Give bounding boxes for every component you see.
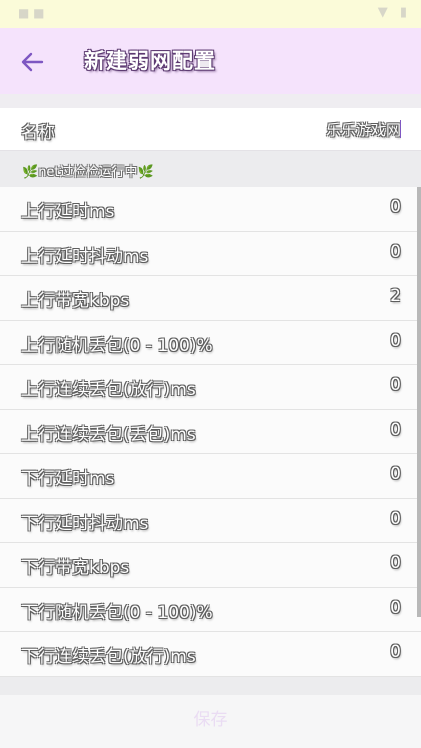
list-item[interactable]: 下行连续丢包(放行)ms 0 <box>0 632 421 677</box>
row-value: 0 <box>390 241 401 262</box>
row-label: 下行延时抖动ms <box>21 513 149 534</box>
list-item[interactable]: 上行连续丢包(丢包)ms 0 <box>0 410 421 454</box>
row-label: 上行带宽kbps <box>21 291 130 311</box>
row-label: 下行带宽kbps <box>21 558 130 578</box>
row-value: 0 <box>390 197 401 217</box>
row-label: 下行延时ms <box>21 469 115 489</box>
row-label: 上行连续丢包(丢包)ms <box>21 424 196 445</box>
row-value: 0 <box>390 330 401 351</box>
row-value: 0 <box>390 597 401 618</box>
back-button[interactable] <box>16 46 48 78</box>
row-value: 0 <box>390 553 401 573</box>
status-time: ■ ■ <box>18 6 45 20</box>
scrollbar[interactable] <box>417 187 421 617</box>
list-item[interactable]: 上行延时ms 0 <box>0 187 421 232</box>
status-bar: ■ ■ ▼ ▮ <box>0 0 421 28</box>
list-item[interactable]: 下行延时抖动ms 0 <box>0 499 421 543</box>
row-label: 下行连续丢包(放行)ms <box>21 647 196 667</box>
name-label: 名称 <box>21 123 55 143</box>
row-label: 下行随机丢包(0 - 100)% <box>21 602 213 623</box>
leaf-icon-right: 🌿 <box>137 165 154 180</box>
list-item[interactable]: 上行带宽kbps 2 <box>0 276 421 321</box>
list-item[interactable]: 上行随机丢包(0 - 100)% 0 <box>0 321 421 365</box>
name-input[interactable] <box>201 117 401 141</box>
list-item[interactable]: 上行连续丢包(放行)ms 0 <box>0 365 421 410</box>
section-header-text-wrap: 🌿net过检检运行中🌿 <box>22 161 154 180</box>
row-value: 0 <box>390 464 401 484</box>
list-item[interactable]: 下行延时ms 0 <box>0 454 421 499</box>
row-label: 上行随机丢包(0 - 100)% <box>21 335 213 356</box>
leaf-icon-left: 🌿 <box>22 165 39 180</box>
section-header-text: net过检检运行中 <box>38 165 138 180</box>
text-caret <box>400 120 401 138</box>
status-icons: ▼ ▮ <box>377 5 411 20</box>
bottom-bar: 保存 <box>0 695 421 748</box>
list-item[interactable]: 下行随机丢包(0 - 100)% 0 <box>0 588 421 632</box>
section-header: 🌿net过检检运行中🌿 <box>0 151 421 187</box>
list-item[interactable]: 下行带宽kbps 0 <box>0 543 421 588</box>
save-button[interactable]: 保存 <box>0 695 421 740</box>
row-value: 0 <box>390 508 401 529</box>
config-list[interactable]: 上行延时ms 0 上行延时抖动ms 0 上行带宽kbps 2 上行随机丢包(0 … <box>0 187 421 677</box>
row-label: 上行延时ms <box>21 202 115 222</box>
list-divider <box>0 677 421 695</box>
name-row: 名称 <box>0 108 421 151</box>
row-value: 0 <box>390 642 401 662</box>
page-title: 新建弱网配置 <box>84 49 216 73</box>
row-value: 0 <box>390 375 401 395</box>
row-value: 0 <box>390 419 401 440</box>
list-item[interactable]: 上行延时抖动ms 0 <box>0 232 421 276</box>
arrow-left-icon <box>21 52 44 72</box>
row-value: 2 <box>390 286 401 306</box>
row-label: 上行延时抖动ms <box>21 246 149 267</box>
app-bar: 新建弱网配置 <box>0 28 421 94</box>
row-label: 上行连续丢包(放行)ms <box>21 380 196 400</box>
